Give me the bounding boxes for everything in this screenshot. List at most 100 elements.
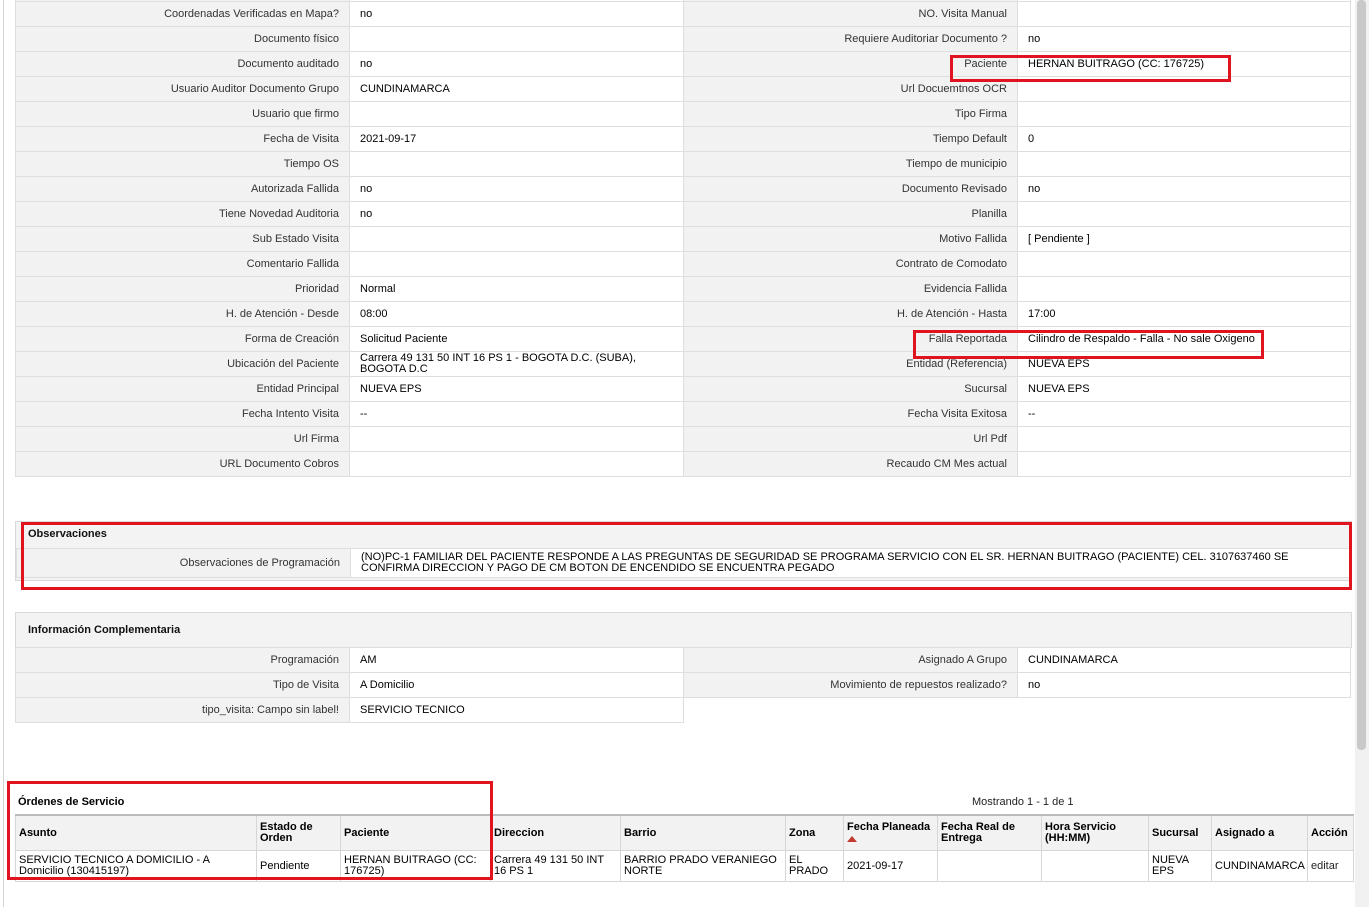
field-value	[1017, 201, 1351, 227]
field-value	[349, 151, 684, 177]
field-label: Contrato de Comodato	[683, 251, 1018, 277]
editar-link[interactable]: editar	[1311, 860, 1339, 872]
field-value: NUEVA EPS	[1017, 351, 1351, 377]
detail-row: Entidad Principal NUEVA EPS Sucursal NUEVA …	[15, 376, 1351, 402]
field-value	[349, 451, 684, 477]
field-label: Comentario Fallida	[15, 251, 350, 277]
tipo-visita-label: Tipo de Visita	[15, 672, 350, 698]
orden-asunto: SERVICIO TECNICO A DOMICILIO - A Domicil…	[15, 850, 257, 882]
field-value	[349, 26, 684, 52]
tipo-visita-campo-value: SERVICIO TECNICO	[349, 697, 684, 723]
field-value: Carrera 49 131 50 INT 16 PS 1 - BOGOTA D…	[349, 351, 684, 377]
field-value	[349, 226, 684, 252]
field-label: Tipo Firma	[683, 101, 1018, 127]
detail-row: URL Documento Cobros Recaudo CM Mes actua…	[15, 451, 1351, 477]
orden-direccion: Carrera 49 131 50 INT 16 PS 1	[490, 850, 621, 882]
field-label: Documento físico	[15, 26, 350, 52]
orden-asignado: CUNDINAMARCA	[1211, 850, 1308, 882]
detail-row: Url Firma Url Pdf	[15, 426, 1351, 452]
field-value: no	[349, 201, 684, 227]
detail-row: Sub Estado Visita Motivo Fallida[ Pendien…	[15, 226, 1351, 252]
field-label: H. de Atención - Desde	[15, 301, 350, 327]
detail-row: Tiene Novedad Auditoria no Planilla	[15, 201, 1351, 227]
field-value: Normal	[349, 276, 684, 302]
col-asunto[interactable]: Asunto	[15, 814, 257, 851]
orden-hora-servicio	[1041, 850, 1149, 882]
detail-row: H. de Atención - Desde 08:00 H. de Atenció…	[15, 301, 1351, 327]
field-label: Motivo Fallida	[683, 226, 1018, 252]
scrollbar-thumb[interactable]	[1357, 0, 1366, 750]
orden-fecha-real	[937, 850, 1042, 882]
field-value: CUNDINAMARCA	[349, 76, 684, 102]
field-label: Tiempo OS	[15, 151, 350, 177]
field-value: 2021-09-17	[349, 126, 684, 152]
field-value: 0	[1017, 126, 1351, 152]
observaciones-title: Observaciones	[28, 528, 107, 540]
field-label: Prioridad	[15, 276, 350, 302]
tipo-visita-value: A Domicilio	[349, 672, 684, 698]
tipo-visita-campo-label: tipo_visita: Campo sin label!	[15, 697, 350, 723]
col-estado-orden[interactable]: Estado de Orden	[256, 814, 341, 851]
col-fecha-planeada[interactable]: Fecha Planeada	[843, 814, 938, 851]
field-value: NUEVA EPS	[1017, 376, 1351, 402]
complementaria-row: Tipo de Visita A Domicilio Movimiento de…	[15, 672, 1351, 698]
detail-row: Usuario Auditor Documento Grupo CUNDINAMA…	[15, 76, 1351, 102]
field-label: Sub Estado Visita	[15, 226, 350, 252]
field-value	[1017, 101, 1351, 127]
col-fecha-real-entrega[interactable]: Fecha Real de Entrega	[937, 814, 1042, 851]
col-sucursal[interactable]: Sucursal	[1148, 814, 1212, 851]
field-label: Planilla	[683, 201, 1018, 227]
col-hora-servicio[interactable]: Hora Servicio (HH:MM)	[1041, 814, 1149, 851]
visit-detail-table: Coordenadas Verificadas en Mapa? no NO. Vi…	[15, 0, 1351, 477]
field-label: Entidad Principal	[15, 376, 350, 402]
field-value: Solicitud Paciente	[349, 326, 684, 352]
field-label: Requiere Auditoriar Documento ?	[683, 26, 1018, 52]
field-label: NO. Visita Manual	[683, 1, 1018, 27]
field-label: Paciente	[683, 51, 1018, 77]
field-value: 17:00	[1017, 301, 1351, 327]
orden-zona: EL PRADO	[785, 850, 844, 882]
field-value: HERNAN BUITRAGO (CC: 176725)	[1017, 51, 1351, 77]
field-value	[1017, 251, 1351, 277]
orden-barrio: BARRIO PRADO VERANIEGO NORTE	[620, 850, 786, 882]
orden-fecha-planeada: 2021-09-17	[843, 850, 938, 882]
field-value: --	[349, 401, 684, 427]
observaciones-label: Observaciones de Programación	[16, 548, 351, 578]
field-label: URL Documento Cobros	[15, 451, 350, 477]
field-label: Fecha de Visita	[15, 126, 350, 152]
field-label: H. de Atención - Hasta	[683, 301, 1018, 327]
programacion-label: Programación	[15, 647, 350, 673]
col-direccion[interactable]: Direccion	[490, 814, 621, 851]
detail-row: Usuario que firmo Tipo Firma	[15, 101, 1351, 127]
col-barrio[interactable]: Barrio	[620, 814, 786, 851]
field-value: NUEVA EPS	[349, 376, 684, 402]
field-value	[349, 251, 684, 277]
detail-row: Autorizada Fallida no Documento Revisado no	[15, 176, 1351, 202]
observaciones-table: Observaciones de Programación (NO)PC-1 F…	[16, 548, 1352, 578]
ordenes-title: Órdenes de Servicio	[18, 796, 125, 808]
field-value	[1017, 451, 1351, 477]
col-zona[interactable]: Zona	[785, 814, 844, 851]
detail-row: Tiempo OS Tiempo de municipio	[15, 151, 1351, 177]
detail-row: Fecha de Visita 2021-09-17 Tiempo Default 0	[15, 126, 1351, 152]
detail-row: Documento auditado no Paciente HERNAN BUITR…	[15, 51, 1351, 77]
field-label: Coordenadas Verificadas en Mapa?	[15, 1, 350, 27]
field-label: Tiempo Default	[683, 126, 1018, 152]
movimiento-repuestos-label: Movimiento de repuestos realizado?	[683, 672, 1018, 698]
field-value	[349, 101, 684, 127]
sort-asc-icon[interactable]	[847, 836, 857, 842]
observaciones-value: (NO)PC-1 FAMILIAR DEL PACIENTE RESPONDE …	[350, 548, 1352, 578]
field-label: Tiene Novedad Auditoria	[15, 201, 350, 227]
detail-row: Ubicación del Paciente Carrera 49 131 50 …	[15, 351, 1351, 377]
field-label: Url Docuemtnos OCR	[683, 76, 1018, 102]
col-fecha-planeada-label: Fecha Planeada	[847, 821, 931, 833]
detail-row: Forma de Creación Solicitud Paciente Falla…	[15, 326, 1351, 352]
field-value: Cilindro de Respaldo - Falla - No sale O…	[1017, 326, 1351, 352]
field-label: Entidad (Referencia)	[683, 351, 1018, 377]
col-asignado-a[interactable]: Asignado a	[1211, 814, 1308, 851]
field-value	[1017, 276, 1351, 302]
complementaria-panel: Información Complementaria	[15, 612, 1352, 648]
col-paciente[interactable]: Paciente	[340, 814, 491, 851]
ordenes-table: Asunto Estado de Orden Paciente Direccio…	[15, 814, 1354, 882]
vertical-scrollbar[interactable]	[1355, 0, 1369, 907]
